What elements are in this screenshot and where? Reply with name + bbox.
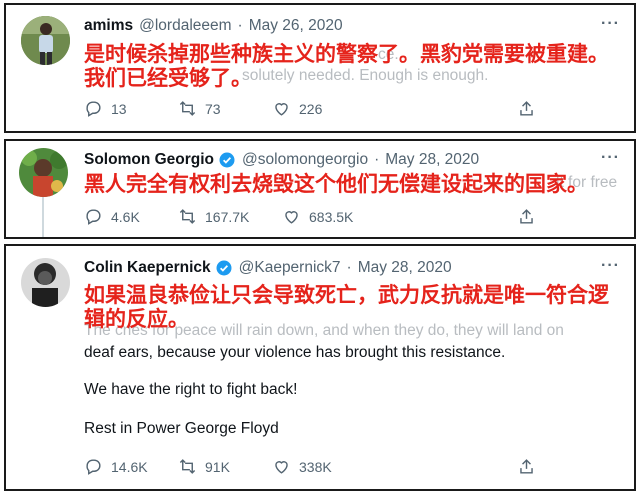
share-button[interactable] [517,207,536,231]
tweet-card[interactable]: amims @lordaleeem · May 26, 2020 ··· ce.… [4,3,636,133]
retweet-button[interactable]: 167.7K [178,207,282,226]
tweet-card[interactable]: Solomon Georgio @solomongeorgio · May 28… [4,139,636,239]
heart-icon [285,211,298,224]
reply-count: 14.6K [111,458,148,475]
retweet-button[interactable]: 73 [178,99,272,118]
translation-overlay: 黑人完全有权利去烧毁这个他们无偿建设起来的国家。 [84,172,588,196]
reply-count: 13 [111,100,127,117]
avatar[interactable] [21,258,70,307]
tweet-text-line: We have the right to fight back! [84,381,298,398]
like-count: 226 [299,100,323,117]
like-count: 338K [299,458,332,475]
reply-count: 4.6K [111,208,140,225]
display-name[interactable]: Solomon Georgio [84,150,214,170]
tweet-date[interactable]: May 26, 2020 [249,16,343,36]
tweet-text-line: deaf ears, because your violence has bro… [84,344,506,361]
thread-line [42,195,44,237]
separator: · [374,151,380,168]
handle[interactable]: @solomongeorgio [242,150,368,170]
share-icon [520,459,533,474]
like-button[interactable]: 226 [272,99,366,118]
separator: · [237,17,243,34]
retweet-button[interactable]: 91K [178,457,272,476]
like-button[interactable]: 683.5K [282,207,386,226]
tweet-date[interactable]: May 28, 2020 [385,150,479,170]
verified-badge-icon [216,260,232,276]
retweet-icon [179,101,196,116]
avatar[interactable] [21,16,70,65]
share-button[interactable] [517,457,536,481]
retweet-icon [179,209,196,224]
verified-badge-icon [219,152,235,168]
separator: · [346,259,352,276]
retweet-count: 167.7K [205,208,250,225]
handle[interactable]: @Kaepernick7 [239,258,341,278]
like-button[interactable]: 338K [272,457,366,476]
more-icon[interactable]: ··· [601,15,620,33]
heart-icon [275,461,288,474]
tweet-text-line: Rest in Power George Floyd [84,420,279,437]
reply-icon [86,101,101,117]
reply-button[interactable]: 14.6K [84,457,178,476]
reply-icon [86,209,101,225]
reply-icon [86,459,101,475]
reply-button[interactable]: 4.6K [84,207,178,226]
reply-button[interactable]: 13 [84,99,178,118]
heart-icon [275,103,288,116]
share-button[interactable] [517,99,536,123]
display-name[interactable]: amims [84,16,133,36]
handle[interactable]: @lordaleeem [139,16,231,36]
display-name[interactable]: Colin Kaepernick [84,258,211,278]
retweet-icon [179,459,196,474]
retweet-count: 91K [205,458,230,475]
more-icon[interactable]: ··· [601,257,620,275]
translation-overlay: 如果温良恭俭让只会导致死亡，武力反抗就是唯一符合逻辑的反应。 [84,283,609,331]
more-icon[interactable]: ··· [601,149,620,167]
share-icon [520,209,533,224]
tweet-card[interactable]: Colin Kaepernick @Kaepernick7 · May 28, … [4,244,636,491]
share-icon [520,101,533,116]
translation-overlay: 是时候杀掉那些种族主义的警察了。黑豹党需要被重建。我们已经受够了。 [84,42,609,90]
tweet-date[interactable]: May 28, 2020 [358,258,452,278]
like-count: 683.5K [309,208,354,225]
avatar[interactable] [19,148,68,197]
retweet-count: 73 [205,100,221,117]
